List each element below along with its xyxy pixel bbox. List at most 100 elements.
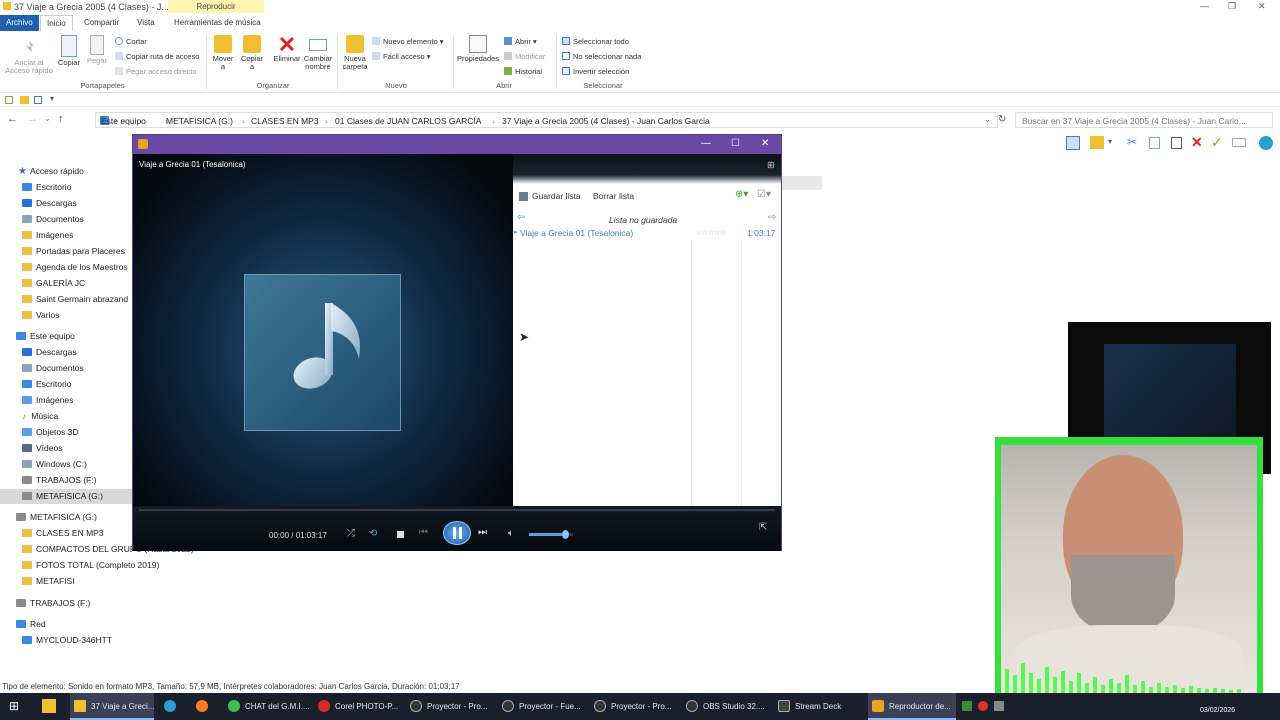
edit-button[interactable]: Modificar xyxy=(504,52,545,61)
tray-icon[interactable] xyxy=(994,701,1004,711)
contextual-tab-label[interactable]: Reproducir xyxy=(168,0,264,13)
checkmark-icon[interactable]: ✓ xyxy=(1211,134,1223,151)
nav-item-red[interactable]: Red xyxy=(16,617,46,632)
dropdown-icon[interactable]: ▾ xyxy=(1108,137,1112,146)
pause-button[interactable] xyxy=(443,521,471,545)
taskbar-item-stream-deck[interactable]: Stream Deck xyxy=(778,693,862,720)
delete-button[interactable]: Eliminar xyxy=(272,35,302,63)
stop-icon[interactable] xyxy=(397,531,404,538)
rename-qat-icon[interactable] xyxy=(34,96,42,104)
nav-item-drive-c[interactable]: Windows (C:) xyxy=(22,457,87,472)
properties-button[interactable]: Propiedades xyxy=(456,35,500,63)
maximize-icon[interactable]: ☐ xyxy=(731,138,740,149)
easy-access-button[interactable]: Fácil acceso ▾ xyxy=(372,52,431,61)
taskbar-item-chrome[interactable]: CHAT del G.M.I.... xyxy=(228,693,312,720)
nav-item-descargas[interactable]: Descargas xyxy=(22,345,77,360)
layout-pane-icon[interactable] xyxy=(1066,136,1080,150)
select-none-button[interactable]: No seleccionar nada xyxy=(562,52,641,61)
previous-icon[interactable]: ⏮ xyxy=(419,527,428,538)
nav-item-musica[interactable]: ♪ Música xyxy=(22,409,58,424)
nav-item-escritorio[interactable]: Escritorio xyxy=(22,180,71,195)
minimize-icon[interactable]: — xyxy=(701,138,711,149)
save-list-button[interactable]: Guardar lista xyxy=(532,191,581,201)
nav-item-este-equipo[interactable]: Este equipo xyxy=(16,329,75,344)
nav-item-imagenes[interactable]: Imágenes xyxy=(22,393,73,408)
nav-item-videos[interactable]: Vídeos xyxy=(22,441,62,456)
volume-slider[interactable] xyxy=(529,530,573,539)
close-icon[interactable]: ✕ xyxy=(761,138,769,149)
nav-item-drive-g-selected[interactable]: METAFISICA (G:) xyxy=(0,489,132,504)
shuffle-icon[interactable]: ⤮ xyxy=(347,528,355,539)
tab-compartir[interactable]: Compartir xyxy=(78,15,125,31)
minimize-icon[interactable]: — xyxy=(1200,1,1209,11)
tab-vista[interactable]: Vista xyxy=(131,15,161,31)
copy-to-button[interactable]: Copiar a xyxy=(240,35,264,71)
nav-item-descargas[interactable]: Descargas xyxy=(22,196,77,211)
sort-options-icon[interactable]: ☑▾ xyxy=(757,189,771,200)
nav-item-folder[interactable]: FOTOS TOTAL (Completo 2019) xyxy=(22,558,159,573)
forward-arrow-icon[interactable]: → xyxy=(27,113,38,125)
rename-button[interactable]: Cambiar nombre xyxy=(302,35,334,71)
tab-inicio[interactable]: Inicio xyxy=(40,15,73,31)
new-folder-button[interactable]: Nueva carpeta xyxy=(341,35,369,71)
globe-icon[interactable] xyxy=(1259,136,1273,150)
history-button[interactable]: Historial xyxy=(504,67,542,76)
nav-item-folder[interactable]: CLASES EN MP3 xyxy=(22,526,104,541)
nav-item-quick-access[interactable]: ★ Acceso rápido xyxy=(18,164,84,179)
breadcrumb-item[interactable]: Este equipo xyxy=(101,116,146,126)
nav-item-folder[interactable]: GALERÍA JC xyxy=(22,276,85,291)
nav-item-folder[interactable]: Agenda de los Maestros xyxy=(22,260,128,275)
volume-thumb[interactable] xyxy=(562,530,570,539)
paste-shortcut-button[interactable]: Pegar acceso directo xyxy=(115,67,196,76)
copy-button[interactable]: Copiar xyxy=(56,35,82,67)
open-button[interactable]: Abrir ▾ xyxy=(504,37,537,46)
now-playing-area[interactable]: Viaje a Grecia 01 (Tesalonica) xyxy=(133,154,513,506)
invert-selection-button[interactable]: Invertir selección xyxy=(562,67,629,76)
move-to-button[interactable]: Mover a xyxy=(211,35,235,71)
copy-icon[interactable] xyxy=(1149,137,1160,149)
back-arrow-icon[interactable]: ← xyxy=(7,113,18,125)
switch-to-library-icon[interactable]: ⇱ xyxy=(759,522,767,533)
pin-quick-access-button[interactable]: Anclar al Acceso rápido xyxy=(4,39,54,75)
nav-item-drive-g[interactable]: METAFISICA (G:) xyxy=(16,510,97,525)
new-item-button[interactable]: Nuevo elemento ▾ xyxy=(372,37,443,46)
paste-icon[interactable] xyxy=(1171,137,1182,149)
breadcrumb-item[interactable]: METAFISICA (G:) xyxy=(166,116,233,126)
nav-item-folder[interactable]: Varios xyxy=(22,308,59,323)
tab-archivo[interactable]: Archivo xyxy=(0,15,39,31)
forward-arrow-icon[interactable]: ⇨ xyxy=(768,212,776,223)
tray-icon[interactable] xyxy=(962,701,972,711)
back-arrow-icon[interactable]: ⇦ xyxy=(517,212,525,223)
rename-icon[interactable] xyxy=(1232,138,1246,147)
nav-item-escritorio[interactable]: Escritorio xyxy=(22,377,71,392)
sticky-notes-icon[interactable] xyxy=(42,699,56,713)
new-folder-qat-icon[interactable] xyxy=(20,96,29,104)
breadcrumb-item[interactable]: 01 Clases de JUAN CARLOS GARCÍA xyxy=(335,116,481,126)
taskbar-item-projector[interactable]: Proyector - Pro... xyxy=(594,693,678,720)
file-row-highlight[interactable] xyxy=(782,176,822,190)
switch-view-icon[interactable]: ⊞ xyxy=(767,160,775,171)
breadcrumb-item[interactable]: CLASES EN MP3 xyxy=(251,116,319,126)
breadcrumb-item[interactable]: 37 Viaje a Grecia 2005 (4 Clases) - Juan… xyxy=(502,116,710,126)
repeat-icon[interactable]: ⟲ xyxy=(369,528,377,539)
playlist-track[interactable]: ▸ Viaje a Grecia 01 (Tesalonica) ☆☆☆☆☆ 1… xyxy=(513,226,781,240)
nav-item-documentos[interactable]: Documentos xyxy=(22,361,84,376)
paste-button[interactable]: Pegar xyxy=(85,35,109,65)
folder-options-icon[interactable] xyxy=(1090,136,1104,149)
nav-item-documentos[interactable]: Documentos xyxy=(22,212,84,227)
qat-dropdown-icon[interactable]: ▾ xyxy=(50,94,54,103)
up-arrow-icon[interactable]: ↑ xyxy=(58,113,64,125)
properties-qat-icon[interactable] xyxy=(5,96,13,104)
delete-icon[interactable]: ✕ xyxy=(1191,134,1203,151)
taskbar-item-explorer[interactable]: 37 Viaje a Greci... xyxy=(70,693,154,720)
taskbar-item-firefox[interactable] xyxy=(196,693,216,720)
nav-item-mycloud[interactable]: MYCLOUD-346HTT xyxy=(22,633,112,648)
taskbar-item-projector[interactable]: Proyector - Pro... xyxy=(410,693,494,720)
cut-button[interactable]: Cortar xyxy=(115,37,147,46)
next-icon[interactable]: ⏭ xyxy=(478,527,487,538)
address-dropdown-icon[interactable]: ⌄ xyxy=(984,115,991,124)
copy-path-button[interactable]: Copiar ruta de acceso xyxy=(115,52,199,61)
address-bar[interactable]: › Este equipo › METAFISICA (G:) › CLASES… xyxy=(95,112,998,128)
close-icon[interactable]: ✕ xyxy=(1258,1,1266,12)
recent-dropdown-icon[interactable]: ⌄ xyxy=(44,114,51,123)
